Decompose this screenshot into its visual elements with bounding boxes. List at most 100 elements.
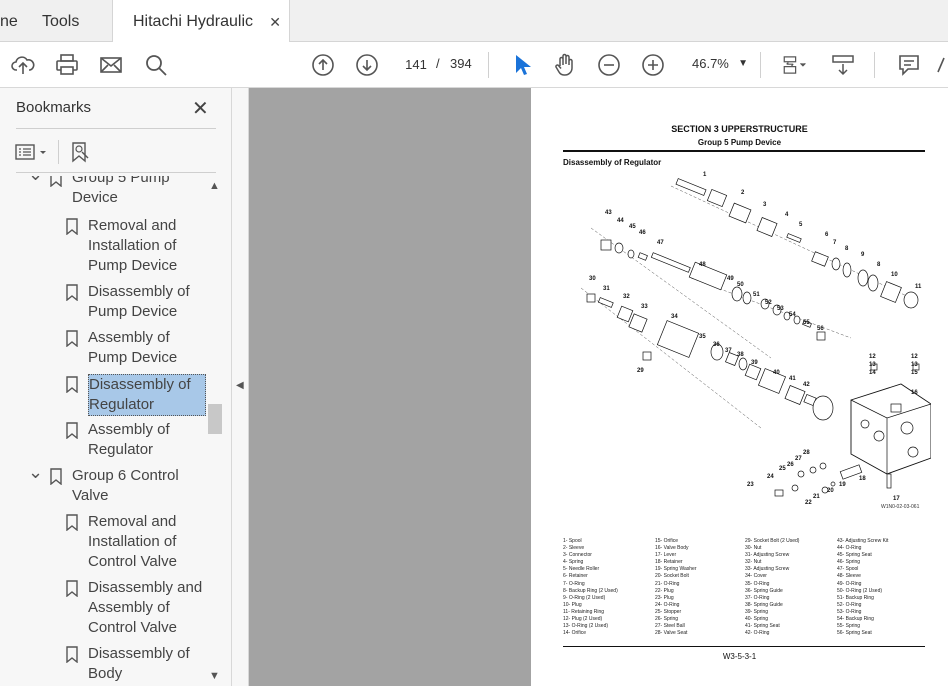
previous-page-icon[interactable] <box>308 50 338 80</box>
bookmark-label-line: Body <box>88 665 123 682</box>
legend-entry: 37- O-Ring <box>745 594 770 601</box>
legend-entry: 16- Valve Body <box>655 545 689 552</box>
bookmark-item[interactable]: Disassembly of Pump Device <box>0 282 206 322</box>
bookmark-label: Removal and Installation of Control Valve <box>88 512 206 572</box>
bookmark-options-icon[interactable] <box>14 142 52 162</box>
print-icon[interactable] <box>52 50 82 80</box>
bookmark-item[interactable]: Assembly of Pump Device <box>0 328 206 368</box>
legend-entry: 38- Spring Guide <box>745 601 783 608</box>
bookmark-label: Assembly of Regulator <box>88 420 206 460</box>
toolbar-divider <box>488 52 489 78</box>
scroll-mode-icon[interactable] <box>828 50 858 80</box>
bookmark-scrollbar[interactable]: ▲ ▼ <box>206 176 224 686</box>
legend-entry: 21- O-Ring <box>655 580 680 587</box>
zoom-in-icon[interactable] <box>638 50 668 80</box>
bookmark-icon <box>66 580 78 597</box>
bookmark-item[interactable]: Disassembly of Body <box>0 644 206 684</box>
bookmark-label: Disassembly and Assembly of Control Valve <box>88 578 206 638</box>
toolbar-divider <box>874 52 875 78</box>
legend-entry: 11- Retaining Ring <box>563 608 605 615</box>
legend-entry: 8- Backup Ring (2 Used) <box>563 587 618 594</box>
legend-entry: 27- Steel Ball <box>655 623 685 630</box>
part-callout: 26 <box>787 462 794 468</box>
part-callout: 32 <box>623 294 630 300</box>
part-callout: 5 <box>799 222 803 228</box>
legend-entry: 39- Spring <box>745 608 769 615</box>
bookmark-icon <box>66 330 78 347</box>
bookmarks-title: Bookmarks <box>16 99 92 116</box>
total-pages: 394 <box>450 56 472 71</box>
scroll-thumb[interactable] <box>208 404 222 434</box>
bookmark-item[interactable]: Removal and Installation of Pump Device <box>0 216 206 276</box>
bookmark-label-line: Disassembly of <box>88 645 190 662</box>
legend-entry: 36- Spring Guide <box>745 587 783 594</box>
mail-icon[interactable] <box>96 50 126 80</box>
panel-collapse-bar[interactable]: ◀ <box>232 88 249 686</box>
chevron-down-icon[interactable]: ⌄ <box>28 176 43 184</box>
bookmark-item[interactable]: Removal and Installation of Control Valve <box>0 512 206 572</box>
divider <box>16 128 216 129</box>
comment-icon[interactable] <box>894 50 924 80</box>
bookmark-label-line: Pump Device <box>88 349 178 366</box>
bookmark-item[interactable]: Disassembly and Assembly of Control Valve <box>0 578 206 638</box>
legend-entry: 17- Lever <box>655 552 677 559</box>
legend-entry: 52- O-Ring <box>837 601 862 608</box>
legend-entry: 55- Spring <box>837 623 861 630</box>
legend-entry: 51- Backup Ring <box>837 594 874 601</box>
legend-entry: 56- Spring Seat <box>837 630 872 637</box>
bookmark-item[interactable]: Assembly of Regulator <box>0 420 206 460</box>
page-number-input[interactable]: 141 <box>398 52 434 76</box>
bookmark-label-line: Removal and <box>88 217 177 234</box>
select-cursor-icon[interactable] <box>506 50 536 80</box>
upload-cloud-icon[interactable] <box>8 50 38 80</box>
bookmark-item[interactable]: ⌄ Group 6 Control Valve <box>0 462 206 506</box>
legend-entry: 47- Spool <box>837 566 859 573</box>
page-fit-icon[interactable] <box>776 50 812 80</box>
bookmarks-tools <box>12 138 222 166</box>
bookmark-label-line: Assembly of <box>88 599 170 616</box>
next-page-icon[interactable] <box>352 50 382 80</box>
header-rule <box>563 150 925 152</box>
collapse-left-icon[interactable]: ◀ <box>236 380 244 391</box>
divider <box>58 140 59 164</box>
tab-document[interactable]: Hitachi Hydraulic Ex... ✕ <box>112 0 290 74</box>
bookmark-icon <box>66 646 78 663</box>
part-callout: 9 <box>861 252 865 258</box>
hand-tool-icon[interactable] <box>550 50 580 80</box>
legend-entry: 26- Spring <box>655 616 679 623</box>
highlight-pen-icon[interactable] <box>934 50 948 80</box>
zoom-value: 46.7% <box>692 56 729 71</box>
legend-column-2: 15- Orifice 16- Valve Body 17- Lever 18- Re… <box>655 538 697 637</box>
bookmark-label-line: Assembly of <box>88 329 170 346</box>
bookmark-item[interactable]: ⌄ Group 5 Pump Device <box>0 176 206 208</box>
part-callout: 39 <box>751 360 758 366</box>
part-callout: 12 <box>911 354 918 360</box>
legend-entry: 28- Valve Seat <box>655 630 688 637</box>
bookmark-label-line: Group 5 Pump <box>72 176 170 186</box>
figure-code: W1N0-02-03-061 <box>881 504 920 510</box>
close-tab-icon[interactable]: ✕ <box>269 0 281 44</box>
tab-tools-label: Tools <box>42 13 80 30</box>
scroll-down-icon[interactable]: ▼ <box>209 670 220 682</box>
zoom-out-icon[interactable] <box>594 50 624 80</box>
part-callout: 36 <box>713 342 720 348</box>
tab-home[interactable]: ne <box>0 0 18 42</box>
tab-tools[interactable]: Tools <box>42 0 79 42</box>
bookmark-label-line: Device <box>72 189 118 206</box>
part-callout: 51 <box>753 292 760 298</box>
scroll-up-icon[interactable]: ▲ <box>209 180 220 192</box>
bookmark-item[interactable]: Disassembly of Regulator <box>0 374 206 416</box>
zoom-select[interactable]: 46.7% ▼ <box>686 52 752 76</box>
part-callout: 49 <box>727 276 734 282</box>
document-viewer[interactable]: SECTION 3 UPPERSTRUCTURE Group 5 Pump De… <box>249 88 948 686</box>
part-callout: 6 <box>825 232 829 238</box>
part-callout: 38 <box>737 352 744 358</box>
legend-entry: 31- Adjusting Screw <box>745 552 790 559</box>
search-icon[interactable] <box>141 50 171 80</box>
legend-entry: 40- Spring <box>745 616 769 623</box>
chevron-down-icon[interactable]: ⌄ <box>28 462 43 482</box>
footer-rule <box>563 646 925 647</box>
close-panel-icon[interactable]: ✕ <box>192 96 209 121</box>
add-bookmark-icon[interactable] <box>68 140 92 164</box>
bookmark-icon <box>50 176 62 187</box>
